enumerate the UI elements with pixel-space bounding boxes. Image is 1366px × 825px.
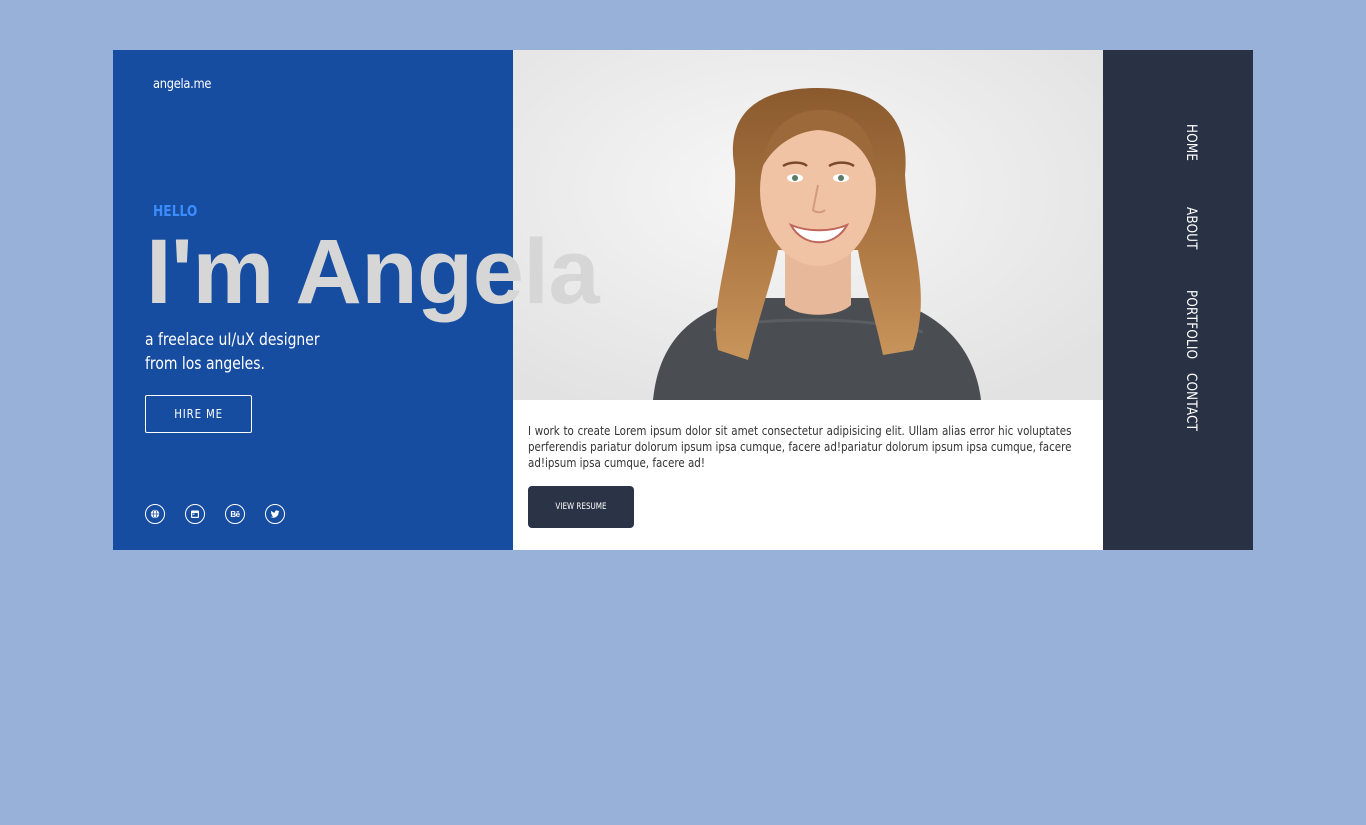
globe-glyph	[150, 509, 160, 519]
view-resume-label: VIEW RESUME	[555, 502, 607, 512]
calendar-glyph	[191, 510, 199, 518]
side-nav: HOME ABOUT PORTFOLIO CONTACT	[1103, 50, 1253, 550]
site-logo[interactable]: angela.me	[153, 77, 211, 92]
greeting-label: HELLO	[153, 202, 198, 220]
hire-me-button[interactable]: HIRE ME	[145, 395, 252, 433]
behance-glyph: Bē	[230, 509, 240, 519]
social-links: Bē	[145, 504, 287, 524]
tagline-line-2: from los angeles.	[145, 354, 265, 374]
portrait-photo	[513, 50, 1103, 400]
calendar-icon[interactable]	[185, 504, 205, 524]
about-panel: I work to create Lorem ipsum dolor sit a…	[513, 50, 1103, 550]
twitter-icon[interactable]	[265, 504, 285, 524]
hero-name: I'm Angela	[146, 221, 600, 323]
nav-about-label: ABOUT	[1183, 207, 1199, 250]
nav-contact-label: CONTACT	[1183, 373, 1199, 432]
tagline: a freelace uI/uX designer from los angel…	[145, 328, 320, 376]
about-description: I work to create Lorem ipsum dolor sit a…	[528, 424, 1072, 470]
portrait-illustration	[513, 50, 1103, 400]
nav-home-label: HOME	[1183, 124, 1199, 162]
tagline-line-1: a freelace uI/uX designer	[145, 330, 320, 350]
view-resume-button[interactable]: VIEW RESUME	[528, 486, 634, 528]
nav-portfolio-label: PORTFOLIO	[1183, 290, 1199, 360]
hire-me-label: HIRE ME	[174, 407, 223, 421]
twitter-glyph	[270, 510, 280, 518]
behance-icon[interactable]: Bē	[225, 504, 245, 524]
globe-icon[interactable]	[145, 504, 165, 524]
